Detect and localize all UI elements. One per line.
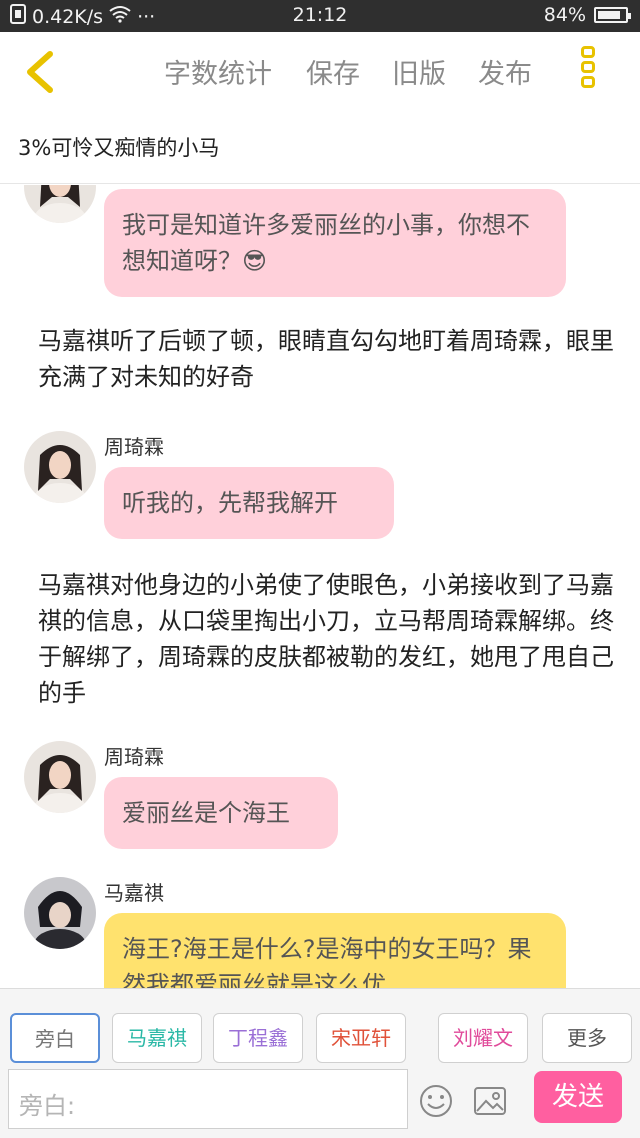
story-content[interactable]: 我可是知道许多爱丽丝的小事，你想不想知道呀？😎 马嘉祺听了后顿了顿，眼睛直勾勾地…	[0, 185, 640, 988]
chat-bubble[interactable]: 爱丽丝是个海王	[104, 777, 338, 849]
avatar[interactable]	[24, 877, 96, 949]
avatar[interactable]	[24, 185, 96, 223]
input-panel: 旁白 马嘉祺 丁程鑫 宋亚轩 刘耀文 更多 旁白: 发送	[0, 988, 640, 1138]
word-count-button[interactable]: 字数统计	[164, 52, 272, 91]
narration-text[interactable]: 马嘉祺听了后顿了顿，眼睛直勾勾地盯着周琦霖，眼里充满了对未知的好奇	[38, 323, 618, 395]
role-chip-ma-jiaqi[interactable]: 马嘉祺	[112, 1013, 202, 1063]
message-input[interactable]: 旁白:	[8, 1069, 408, 1129]
role-chip-song-yaxuan[interactable]: 宋亚轩	[316, 1013, 406, 1063]
send-button[interactable]: 发送	[534, 1071, 622, 1123]
story-title-row: 3%可怜又痴情的小马	[0, 110, 640, 184]
emoji-icon[interactable]	[418, 1083, 454, 1119]
speaker-name: 周琦霖	[104, 745, 164, 769]
chat-bubble[interactable]: 听我的，先帮我解开	[104, 467, 394, 539]
story-title[interactable]: 3%可怜又痴情的小马	[18, 132, 219, 162]
more-icon[interactable]	[578, 46, 598, 96]
narration-text[interactable]: 马嘉祺对他身边的小弟使了使眼色，小弟接收到了马嘉祺的信息，从口袋里掏出小刀，立马…	[38, 567, 618, 711]
chat-bubble[interactable]: 我可是知道许多爱丽丝的小事，你想不想知道呀？😎	[104, 189, 566, 297]
save-button[interactable]: 保存	[306, 52, 360, 91]
role-chip-narrator[interactable]: 旁白	[10, 1013, 100, 1063]
image-icon[interactable]	[472, 1083, 508, 1119]
speaker-name: 马嘉祺	[104, 881, 164, 905]
chat-bubble[interactable]: 海王?海王是什么?是海中的女王吗？果然我都爱丽丝就是这么优	[104, 913, 566, 988]
battery-icon	[594, 7, 631, 23]
role-chip-liu-yaowen[interactable]: 刘耀文	[438, 1013, 528, 1063]
editor-toolbar: 字数统计 保存 旧版 发布	[0, 32, 640, 110]
role-chip-ding-chengxin[interactable]: 丁程鑫	[213, 1013, 303, 1063]
speaker-name: 周琦霖	[104, 435, 164, 459]
avatar[interactable]	[24, 741, 96, 813]
battery-percent: 84%	[543, 4, 586, 26]
old-version-button[interactable]: 旧版	[392, 52, 446, 91]
status-bar: 0.42K/s ··· 21:12 84%	[0, 0, 640, 32]
avatar[interactable]	[24, 431, 96, 503]
publish-button[interactable]: 发布	[478, 52, 532, 91]
back-chevron-icon[interactable]	[20, 50, 60, 94]
role-chip-more[interactable]: 更多	[542, 1013, 632, 1063]
